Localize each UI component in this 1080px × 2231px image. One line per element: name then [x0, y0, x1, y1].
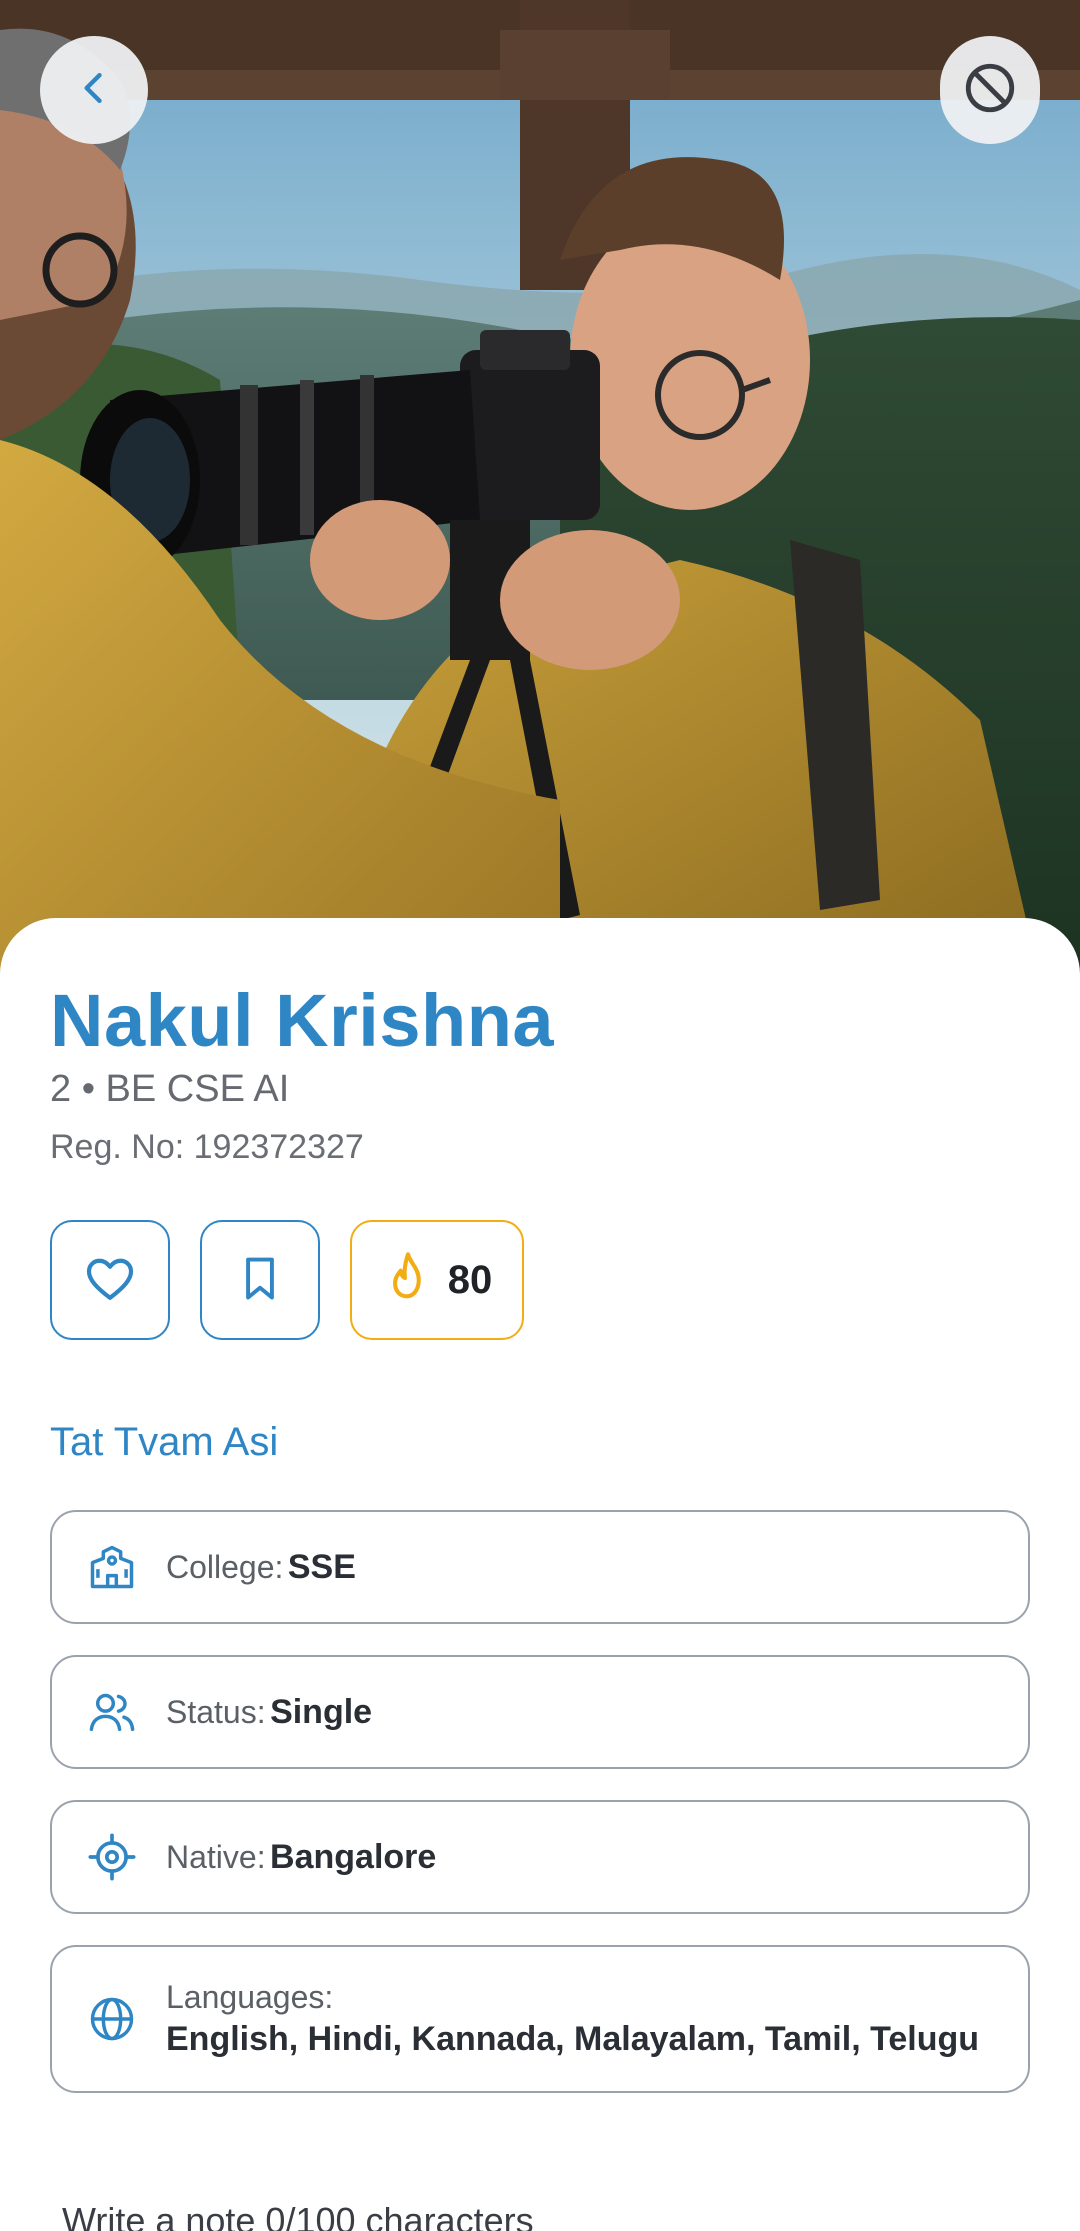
college-label: College: — [166, 1548, 284, 1585]
native-value: Bangalore — [270, 1837, 437, 1876]
flame-icon — [382, 1250, 434, 1311]
status-value: Single — [270, 1692, 373, 1731]
languages-label: Languages: — [166, 1979, 334, 2015]
streak-count: 80 — [447, 1257, 493, 1302]
college-card: College: SSE — [50, 1510, 1030, 1624]
bookmark-button[interactable] — [200, 1220, 320, 1340]
location-target-icon — [84, 1829, 140, 1885]
profile-tagline: Tat Tvam Asi — [50, 1420, 279, 1464]
status-label: Status: — [166, 1693, 266, 1730]
block-icon — [961, 59, 1019, 122]
native-card: Native: Bangalore — [50, 1800, 1030, 1914]
native-label: Native: — [166, 1838, 266, 1875]
bookmark-icon — [234, 1252, 286, 1309]
profile-photo — [0, 0, 1080, 980]
languages-value: English, Hindi, Kannada, Malayalam, Tami… — [166, 2020, 979, 2058]
profile-sheet: Nakul Krishna 2 • BE CSE AI Reg. No: 192… — [0, 918, 1080, 2231]
back-button[interactable] — [40, 36, 148, 144]
write-note-prompt[interactable]: Write a note 0/100 characters — [62, 2200, 534, 2231]
globe-icon — [84, 1991, 140, 2047]
chevron-left-icon — [72, 66, 116, 115]
block-button[interactable] — [940, 36, 1040, 144]
status-card: Status: Single — [50, 1655, 1030, 1769]
like-button[interactable] — [50, 1220, 170, 1340]
profile-name: Nakul Krishna — [50, 979, 555, 1062]
heart-icon — [82, 1250, 138, 1311]
registration-number: Reg. No: 192372327 — [50, 1128, 364, 1166]
profile-screen: Nakul Krishna 2 • BE CSE AI Reg. No: 192… — [0, 0, 1080, 2231]
college-value: SSE — [287, 1547, 356, 1586]
profile-subtitle: 2 • BE CSE AI — [50, 1068, 290, 1110]
languages-card: Languages: English, Hindi, Kannada, Mala… — [50, 1945, 1030, 2093]
streak-button[interactable]: 80 — [350, 1220, 524, 1340]
users-icon — [84, 1684, 140, 1740]
school-building-icon — [84, 1539, 140, 1595]
